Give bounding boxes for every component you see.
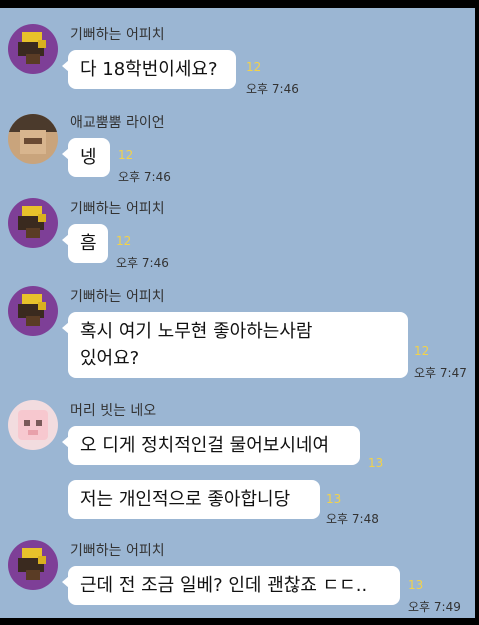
timestamp: 오후 7:46 [246,82,299,96]
avatar[interactable] [8,540,58,590]
unread-count: 12 [246,60,262,74]
message-bubble[interactable]: 근데 전 조금 일베? 인데 괜찮죠 ㄷㄷ.. [62,566,400,605]
avatar[interactable] [8,400,58,450]
unread-count: 12 [116,234,132,248]
sender-name: 기뻐하는 어피치 [70,543,165,559]
chat-room[interactable]: 기뻐하는 어피치 다 18학번이세요? 12 오후 7:46 애교뿜뿜 라이언 … [0,8,475,618]
unread-count: 12 [414,344,430,358]
sender-name: 기뻐하는 어피치 [70,27,165,43]
avatar[interactable] [8,286,58,336]
avatar[interactable] [8,24,58,74]
message-bubble[interactable]: 저는 개인적으로 좋아합니당 [68,480,320,519]
sender-name: 기뻐하는 어피치 [70,289,165,305]
unread-count: 13 [368,456,384,470]
timestamp: 오후 7:46 [116,256,169,270]
message-bubble[interactable]: 넹 [62,138,110,177]
timestamp: 오후 7:48 [326,512,379,526]
message-text-line: 있어요? [80,348,140,369]
message-bubble[interactable]: 오 디게 정치적인걸 물어보시네여 [62,426,360,465]
timestamp: 오후 7:46 [118,170,171,184]
sender-name: 기뻐하는 어피치 [70,201,165,217]
timestamp: 오후 7:47 [414,366,467,380]
avatar[interactable] [8,114,58,164]
message-bubble[interactable]: 다 18학번이세요? [62,50,236,89]
unread-count: 13 [326,492,342,506]
unread-count: 12 [118,148,134,162]
timestamp: 오후 7:49 [408,600,461,614]
message-text-line: 혹시 여기 노무현 좋아하는사람 [80,321,313,342]
message-bubble[interactable]: 흠 [62,224,108,263]
sender-name: 머리 빗는 네오 [70,403,157,419]
avatar[interactable] [8,198,58,248]
message-bubble[interactable]: 혹시 여기 노무현 좋아하는사람 있어요? [62,312,408,378]
unread-count: 13 [408,578,424,592]
sender-name: 애교뿜뿜 라이언 [70,115,165,131]
